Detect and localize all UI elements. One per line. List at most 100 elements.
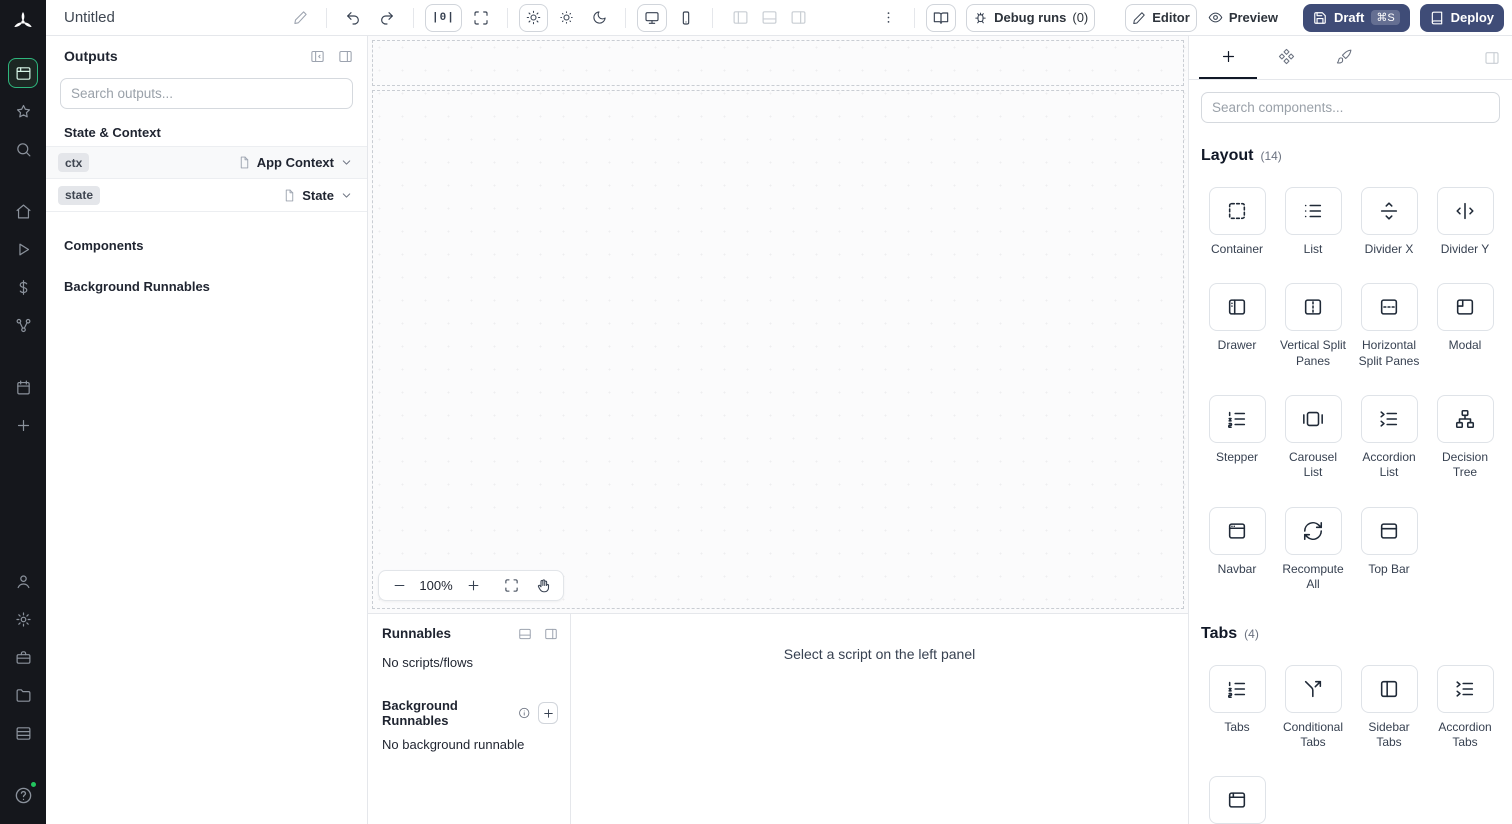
component-tile-carousel[interactable]: Carousel List bbox=[1279, 395, 1347, 481]
component-icon bbox=[1278, 48, 1294, 65]
add-background-runnable-button[interactable] bbox=[538, 702, 558, 724]
rail-item-variables[interactable] bbox=[8, 272, 38, 302]
preview-button[interactable]: Preview bbox=[1200, 3, 1285, 32]
component-tile-drawer[interactable]: Drawer bbox=[1208, 283, 1266, 353]
theme-dark-button[interactable] bbox=[584, 3, 614, 32]
panel-left-close-icon bbox=[311, 50, 324, 62]
main-drop-zone[interactable] bbox=[372, 90, 1184, 609]
collapse-right-panel-button[interactable] bbox=[1484, 36, 1502, 79]
undo-button[interactable] bbox=[338, 3, 368, 32]
theme-light-button[interactable] bbox=[518, 3, 548, 32]
component-tile-vertical-split[interactable]: Vertical Split Panes bbox=[1279, 283, 1347, 369]
components-search-input[interactable] bbox=[1201, 92, 1500, 123]
debug-runs-button[interactable]: Debug runs (0) bbox=[966, 3, 1096, 32]
rail-item-logs[interactable] bbox=[8, 718, 38, 748]
app-title[interactable]: Untitled bbox=[64, 9, 282, 26]
fullscreen-canvas-button[interactable] bbox=[465, 3, 496, 32]
user-icon bbox=[17, 574, 29, 588]
no-scripts-text: No scripts/flows bbox=[382, 655, 474, 670]
desktop-view-button[interactable] bbox=[636, 3, 667, 32]
info-icon bbox=[518, 707, 530, 719]
rail-item-home[interactable] bbox=[8, 196, 38, 226]
pan-button[interactable] bbox=[529, 573, 557, 598]
output-row-ctx[interactable]: ctx App Context bbox=[46, 146, 367, 179]
component-tile-accordion-list[interactable]: Accordion List bbox=[1355, 395, 1423, 481]
minus-icon bbox=[394, 584, 404, 587]
component-tile-partial[interactable] bbox=[1208, 776, 1266, 824]
moon-icon bbox=[593, 11, 606, 24]
outputs-search-input[interactable] bbox=[60, 78, 353, 109]
script-editor-placeholder: Select a script on the left panel bbox=[571, 614, 1188, 824]
component-tile-container[interactable]: Container bbox=[1208, 187, 1266, 257]
panel-left-icon bbox=[733, 11, 748, 24]
separator-horizontal-icon bbox=[1380, 202, 1398, 220]
rail-item-resources[interactable] bbox=[8, 310, 38, 340]
more-menu-button[interactable] bbox=[874, 3, 904, 32]
editor-button[interactable]: Editor bbox=[1125, 3, 1197, 32]
container-icon bbox=[1228, 202, 1246, 220]
rail-item-folders[interactable] bbox=[8, 680, 38, 710]
component-tile-stepper[interactable]: Stepper bbox=[1208, 395, 1266, 465]
toggle-left-panel-button[interactable] bbox=[732, 9, 749, 26]
rail-item-workers[interactable] bbox=[8, 642, 38, 672]
rail-item-apps[interactable] bbox=[8, 58, 38, 88]
state-badge: state bbox=[58, 185, 101, 205]
component-tile-divider-y[interactable]: Divider Y bbox=[1436, 187, 1494, 257]
rail-item-runs[interactable] bbox=[8, 234, 38, 264]
runnables-dock-button[interactable] bbox=[518, 627, 532, 641]
component-tile-list[interactable]: List bbox=[1284, 187, 1342, 257]
windmill-logo-icon[interactable] bbox=[11, 10, 35, 34]
width-marker-button[interactable]: |0| bbox=[425, 3, 462, 32]
rail-item-add[interactable] bbox=[8, 410, 38, 440]
app-canvas[interactable]: 100% bbox=[368, 36, 1188, 613]
component-tile-top-bar[interactable]: Top Bar bbox=[1360, 506, 1418, 577]
toolbox-icon bbox=[16, 650, 30, 664]
outputs-expand-button[interactable] bbox=[338, 49, 353, 64]
help-circle-icon bbox=[15, 787, 31, 803]
document-icon bbox=[285, 189, 294, 201]
component-tile-sidebar-tabs[interactable]: Sidebar Tabs bbox=[1355, 664, 1423, 751]
runnables-panel: Runnables No scripts/flows Background Ru… bbox=[368, 614, 571, 824]
rail-item-star[interactable] bbox=[8, 96, 38, 126]
toggle-right-panel-button[interactable] bbox=[790, 9, 807, 26]
component-tile-modal[interactable]: Modal bbox=[1436, 283, 1494, 353]
rail-item-account[interactable] bbox=[8, 566, 38, 596]
rail-item-settings[interactable] bbox=[8, 604, 38, 634]
tab-component-settings[interactable] bbox=[1257, 36, 1315, 79]
top-bar-icon bbox=[1380, 523, 1398, 539]
component-tile-decision-tree[interactable]: Decision Tree bbox=[1431, 395, 1499, 481]
component-tile-navbar[interactable]: Navbar bbox=[1208, 506, 1266, 577]
runnables-expand-button[interactable] bbox=[544, 627, 558, 641]
component-tile-divider-x[interactable]: Divider X bbox=[1360, 187, 1418, 257]
toggle-bottom-panel-button[interactable] bbox=[761, 9, 778, 26]
edit-title-button[interactable] bbox=[286, 3, 315, 32]
component-tile-tabs[interactable]: Tabs bbox=[1208, 664, 1266, 735]
help-button[interactable] bbox=[8, 780, 38, 810]
section-background-runnables: Background Runnables bbox=[64, 279, 210, 294]
fit-view-button[interactable] bbox=[497, 573, 525, 598]
sun-dim-icon bbox=[560, 11, 573, 24]
output-row-state[interactable]: state State bbox=[46, 179, 367, 212]
component-tile-conditional-tabs[interactable]: Conditional Tabs bbox=[1279, 664, 1347, 751]
draft-button[interactable]: Draft ⌘S bbox=[1302, 3, 1410, 32]
component-tile-recompute-all[interactable]: Recompute All bbox=[1279, 506, 1347, 593]
redo-button[interactable] bbox=[372, 3, 402, 32]
app-window-icon bbox=[16, 66, 30, 80]
mobile-view-button[interactable] bbox=[670, 3, 701, 32]
header-drop-zone[interactable] bbox=[372, 40, 1184, 86]
gear-icon bbox=[15, 611, 31, 627]
docs-button[interactable] bbox=[926, 3, 957, 32]
zoom-out-button[interactable] bbox=[385, 573, 413, 598]
tab-styling[interactable] bbox=[1315, 36, 1373, 79]
rail-item-search[interactable] bbox=[8, 134, 38, 164]
tab-add-component[interactable] bbox=[1199, 36, 1257, 79]
zoom-in-button[interactable] bbox=[459, 573, 487, 598]
rail-item-schedules[interactable] bbox=[8, 372, 38, 402]
search-icon bbox=[16, 142, 30, 156]
components-panel: Layout (14) Container List bbox=[1188, 36, 1512, 824]
component-tile-accordion-tabs[interactable]: Accordion Tabs bbox=[1431, 664, 1499, 751]
outputs-collapse-button[interactable] bbox=[310, 49, 325, 64]
deploy-button[interactable]: Deploy bbox=[1419, 3, 1504, 32]
component-tile-horizontal-split[interactable]: Horizontal Split Panes bbox=[1355, 283, 1423, 369]
theme-bright-button[interactable] bbox=[551, 3, 581, 32]
